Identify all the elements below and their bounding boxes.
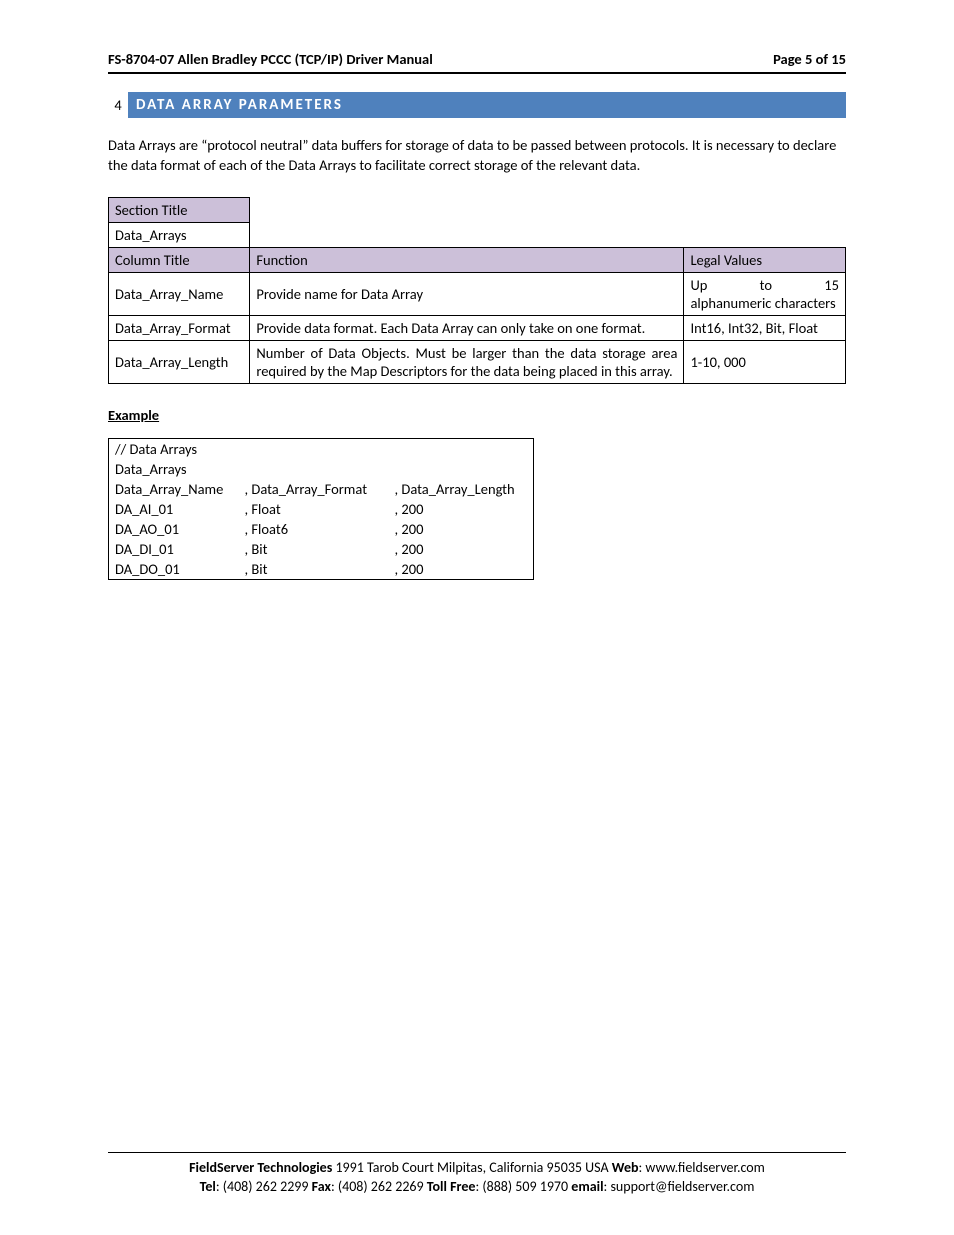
example-cell: DA_DO_01 bbox=[109, 559, 239, 580]
param-name: Data_Array_Length bbox=[109, 341, 250, 384]
table-row: DA_AO_01 , Float6 , 200 bbox=[109, 519, 534, 539]
footer-tollfree: : (888) 509 1970 bbox=[475, 1178, 571, 1195]
table-row: Data_Array_Name Provide name for Data Ar… bbox=[109, 273, 846, 316]
example-cell: , Float bbox=[239, 499, 389, 519]
footer-fax-label: Fax bbox=[312, 1178, 331, 1195]
footer-tollfree-label: Toll Free bbox=[427, 1178, 476, 1195]
legal-part: Up bbox=[690, 276, 707, 294]
page-number: Page 5 of 15 bbox=[773, 50, 846, 68]
table-row: DA_AI_01 , Float , 200 bbox=[109, 499, 534, 519]
intro-paragraph: Data Arrays are “protocol neutral” data … bbox=[108, 136, 846, 175]
param-name: Data_Array_Name bbox=[109, 273, 250, 316]
footer-email-label: email bbox=[571, 1178, 603, 1195]
example-cell: DA_DI_01 bbox=[109, 539, 239, 559]
table-row: DA_DI_01 , Bit , 200 bbox=[109, 539, 534, 559]
legal-part: to bbox=[760, 276, 772, 294]
footer-tel: : (408) 262 2299 bbox=[216, 1178, 312, 1195]
footer-line-2: Tel: (408) 262 2299 Fax: (408) 262 2269 … bbox=[108, 1178, 846, 1197]
table-row: Data_Arrays bbox=[109, 223, 846, 248]
table-row: Data_Arrays bbox=[109, 459, 534, 479]
section-title-label: Section Title bbox=[109, 198, 250, 223]
param-legal: Up to 15 alphanumeric characters bbox=[684, 273, 846, 316]
example-cell: , 200 bbox=[389, 559, 534, 580]
page-footer: FieldServer Technologies 1991 Tarob Cour… bbox=[108, 1152, 846, 1197]
example-cell: , 200 bbox=[389, 539, 534, 559]
example-section: Data_Arrays bbox=[109, 459, 534, 479]
footer-fax: : (408) 262 2269 bbox=[331, 1178, 427, 1195]
parameters-table: Section Title Data_Arrays Column Title F… bbox=[108, 197, 846, 384]
section-number: 4 bbox=[108, 92, 128, 118]
table-row: Data_Array_Length Number of Data Objects… bbox=[109, 341, 846, 384]
document-page: FS-8704-07 Allen Bradley PCCC (TCP/IP) D… bbox=[0, 0, 954, 1235]
footer-web: : www.fieldserver.com bbox=[639, 1159, 765, 1176]
legal-part: 15 bbox=[824, 276, 839, 294]
table-row: Data_Array_Format Provide data format. E… bbox=[109, 316, 846, 341]
footer-tel-label: Tel bbox=[200, 1178, 216, 1195]
example-cell: DA_AI_01 bbox=[109, 499, 239, 519]
example-comment: // Data Arrays bbox=[109, 439, 534, 460]
empty-cell bbox=[250, 223, 846, 248]
example-heading: Example bbox=[108, 406, 846, 424]
page-header: FS-8704-07 Allen Bradley PCCC (TCP/IP) D… bbox=[108, 50, 846, 72]
example-header-cell: Data_Array_Name bbox=[109, 479, 239, 499]
section-title-value: Data_Arrays bbox=[109, 223, 250, 248]
example-cell: , Bit bbox=[239, 559, 389, 580]
section-title: DATA ARRAY PARAMETERS bbox=[136, 96, 343, 114]
example-header-cell: , Data_Array_Length bbox=[389, 479, 534, 499]
legal-part: alphanumeric characters bbox=[690, 294, 839, 312]
footer-web-label: Web bbox=[612, 1159, 639, 1176]
empty-cell bbox=[250, 198, 846, 223]
param-legal: Int16, Int32, Bit, Float bbox=[684, 316, 846, 341]
legal-values-label: Legal Values bbox=[684, 248, 846, 273]
example-cell: DA_AO_01 bbox=[109, 519, 239, 539]
param-function: Provide name for Data Array bbox=[250, 273, 684, 316]
param-function: Number of Data Objects. Must be larger t… bbox=[250, 341, 684, 384]
example-table: // Data Arrays Data_Arrays Data_Array_Na… bbox=[108, 438, 534, 580]
table-row: Column Title Function Legal Values bbox=[109, 248, 846, 273]
example-cell: , 200 bbox=[389, 499, 534, 519]
table-row: // Data Arrays bbox=[109, 439, 534, 460]
footer-address: 1991 Tarob Court Milpitas, California 95… bbox=[332, 1159, 611, 1176]
param-legal: 1-10, 000 bbox=[684, 341, 846, 384]
doc-title: FS-8704-07 Allen Bradley PCCC (TCP/IP) D… bbox=[108, 50, 433, 68]
example-cell: , Float6 bbox=[239, 519, 389, 539]
footer-divider bbox=[108, 1152, 846, 1153]
example-cell: , Bit bbox=[239, 539, 389, 559]
footer-line-1: FieldServer Technologies 1991 Tarob Cour… bbox=[108, 1159, 846, 1178]
function-label: Function bbox=[250, 248, 684, 273]
header-divider bbox=[108, 72, 846, 74]
footer-email: : support@fieldserver.com bbox=[604, 1178, 755, 1195]
example-header-cell: , Data_Array_Format bbox=[239, 479, 389, 499]
example-cell: , 200 bbox=[389, 519, 534, 539]
table-row: Data_Array_Name , Data_Array_Format , Da… bbox=[109, 479, 534, 499]
section-heading: 4 DATA ARRAY PARAMETERS bbox=[108, 92, 846, 118]
table-row: DA_DO_01 , Bit , 200 bbox=[109, 559, 534, 580]
param-name: Data_Array_Format bbox=[109, 316, 250, 341]
table-row: Section Title bbox=[109, 198, 846, 223]
footer-company: FieldServer Technologies bbox=[189, 1159, 332, 1176]
param-function: Provide data format. Each Data Array can… bbox=[250, 316, 684, 341]
column-title-label: Column Title bbox=[109, 248, 250, 273]
